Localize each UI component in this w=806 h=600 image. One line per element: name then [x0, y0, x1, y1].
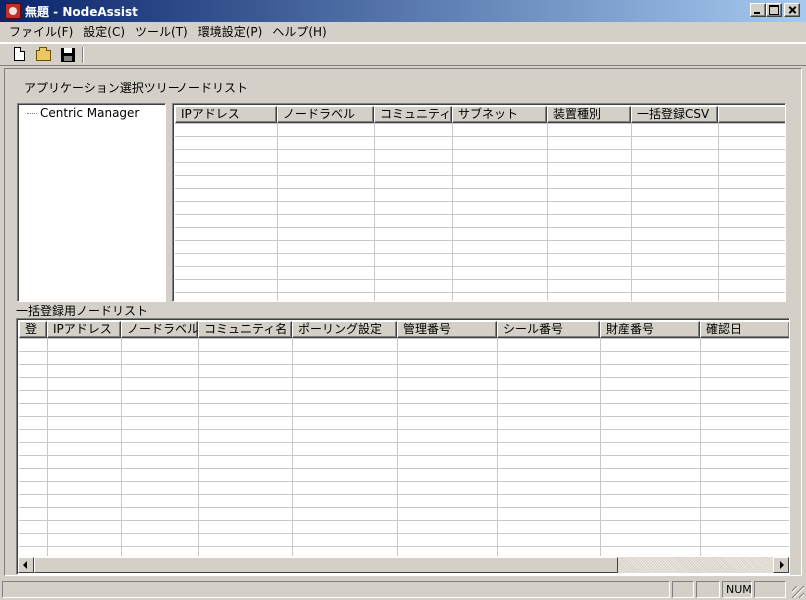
tree-connector-line	[27, 113, 37, 114]
bulk-node-list-table[interactable]: 登 IPアドレス ノードラベル コミュニティ名 ポーリング設定 管理番号 シール…	[16, 318, 790, 575]
save-button[interactable]	[58, 46, 78, 64]
tree-label: アプリケーション選択ツリー	[24, 81, 180, 95]
horizontal-scrollbar[interactable]	[18, 557, 789, 573]
tree-item-centric-manager[interactable]: Centric Manager	[38, 106, 142, 120]
col-polling-setting[interactable]: ポーリング設定	[292, 321, 397, 338]
window-title: 無題 - NodeAssist	[25, 5, 138, 19]
scroll-right-icon[interactable]	[773, 557, 789, 573]
col-management-number[interactable]: 管理番号	[397, 321, 497, 338]
col-register[interactable]: 登	[19, 321, 47, 338]
col-node-label[interactable]: ノードラベル	[121, 321, 198, 338]
close-button[interactable]	[784, 3, 800, 17]
col-ip-address[interactable]: IPアドレス	[175, 106, 277, 123]
menu-environment[interactable]: 環境設定(P)	[193, 23, 268, 41]
col-node-label[interactable]: ノードラベル	[277, 106, 374, 123]
grid-line	[718, 123, 719, 301]
grid-line	[452, 123, 453, 301]
node-list-table[interactable]: IPアドレス ノードラベル コミュニティ サブネット 装置種別 一括登録CSV	[172, 103, 786, 302]
minimize-button[interactable]	[750, 3, 766, 17]
grid-line	[397, 338, 398, 556]
grid-line	[497, 338, 498, 556]
menu-file[interactable]: ファイル(F)	[4, 23, 78, 41]
bulk-list-header: 登 IPアドレス ノードラベル コミュニティ名 ポーリング設定 管理番号 シール…	[19, 321, 789, 338]
menu-bar: ファイル(F) 設定(C) ツール(T) 環境設定(P) ヘルプ(H)	[0, 22, 806, 42]
grid-line	[700, 338, 701, 556]
grid-line	[277, 123, 278, 301]
node-list-grid	[175, 123, 785, 301]
bulk-list-grid	[19, 338, 789, 556]
bulk-list-label: 一括登録用ノードリスト	[16, 304, 149, 318]
status-bar: NUM	[0, 579, 806, 600]
col-asset-number[interactable]: 財産番号	[600, 321, 700, 338]
status-pane	[754, 581, 786, 598]
col-seal-number[interactable]: シール番号	[497, 321, 600, 338]
col-device-type[interactable]: 装置種別	[547, 106, 631, 123]
open-folder-icon	[36, 47, 51, 61]
scroll-left-icon[interactable]	[18, 557, 34, 573]
status-pane	[696, 581, 720, 598]
toolbar	[0, 42, 806, 66]
col-ip-address[interactable]: IPアドレス	[47, 321, 121, 338]
menu-settings[interactable]: 設定(C)	[78, 23, 130, 41]
app-icon[interactable]	[5, 3, 21, 19]
menu-help[interactable]: ヘルプ(H)	[267, 23, 331, 41]
open-button[interactable]	[34, 46, 54, 64]
grid-line	[547, 123, 548, 301]
maximize-button[interactable]	[766, 3, 782, 17]
status-main-pane	[2, 581, 670, 598]
grid-line	[292, 338, 293, 556]
nodelist-label: ノードリスト	[176, 81, 249, 95]
grid-line	[631, 123, 632, 301]
grid-line	[600, 338, 601, 556]
application-tree[interactable]: Centric Manager	[17, 103, 166, 302]
col-blank[interactable]	[718, 106, 785, 123]
scroll-thumb[interactable]	[34, 557, 618, 573]
node-list-header: IPアドレス ノードラベル コミュニティ サブネット 装置種別 一括登録CSV	[175, 106, 785, 123]
col-confirm-date[interactable]: 確認日	[700, 321, 789, 338]
status-num-lock: NUM	[722, 581, 752, 598]
grid-line	[198, 338, 199, 556]
col-community-name[interactable]: コミュニティ名	[198, 321, 292, 338]
status-pane	[672, 581, 694, 598]
grid-line	[47, 338, 48, 556]
new-document-icon	[14, 47, 25, 61]
col-community[interactable]: コミュニティ	[374, 106, 452, 123]
toolbar-separator	[82, 47, 84, 63]
save-disk-icon	[61, 48, 75, 62]
menu-tools[interactable]: ツール(T)	[130, 23, 193, 41]
new-button[interactable]	[10, 46, 30, 64]
col-bulk-csv[interactable]: 一括登録CSV	[631, 106, 718, 123]
col-subnet[interactable]: サブネット	[452, 106, 547, 123]
grid-line	[121, 338, 122, 556]
grid-line	[374, 123, 375, 301]
resize-grip-icon[interactable]	[792, 586, 804, 598]
title-bar[interactable]: 無題 - NodeAssist	[0, 0, 806, 22]
